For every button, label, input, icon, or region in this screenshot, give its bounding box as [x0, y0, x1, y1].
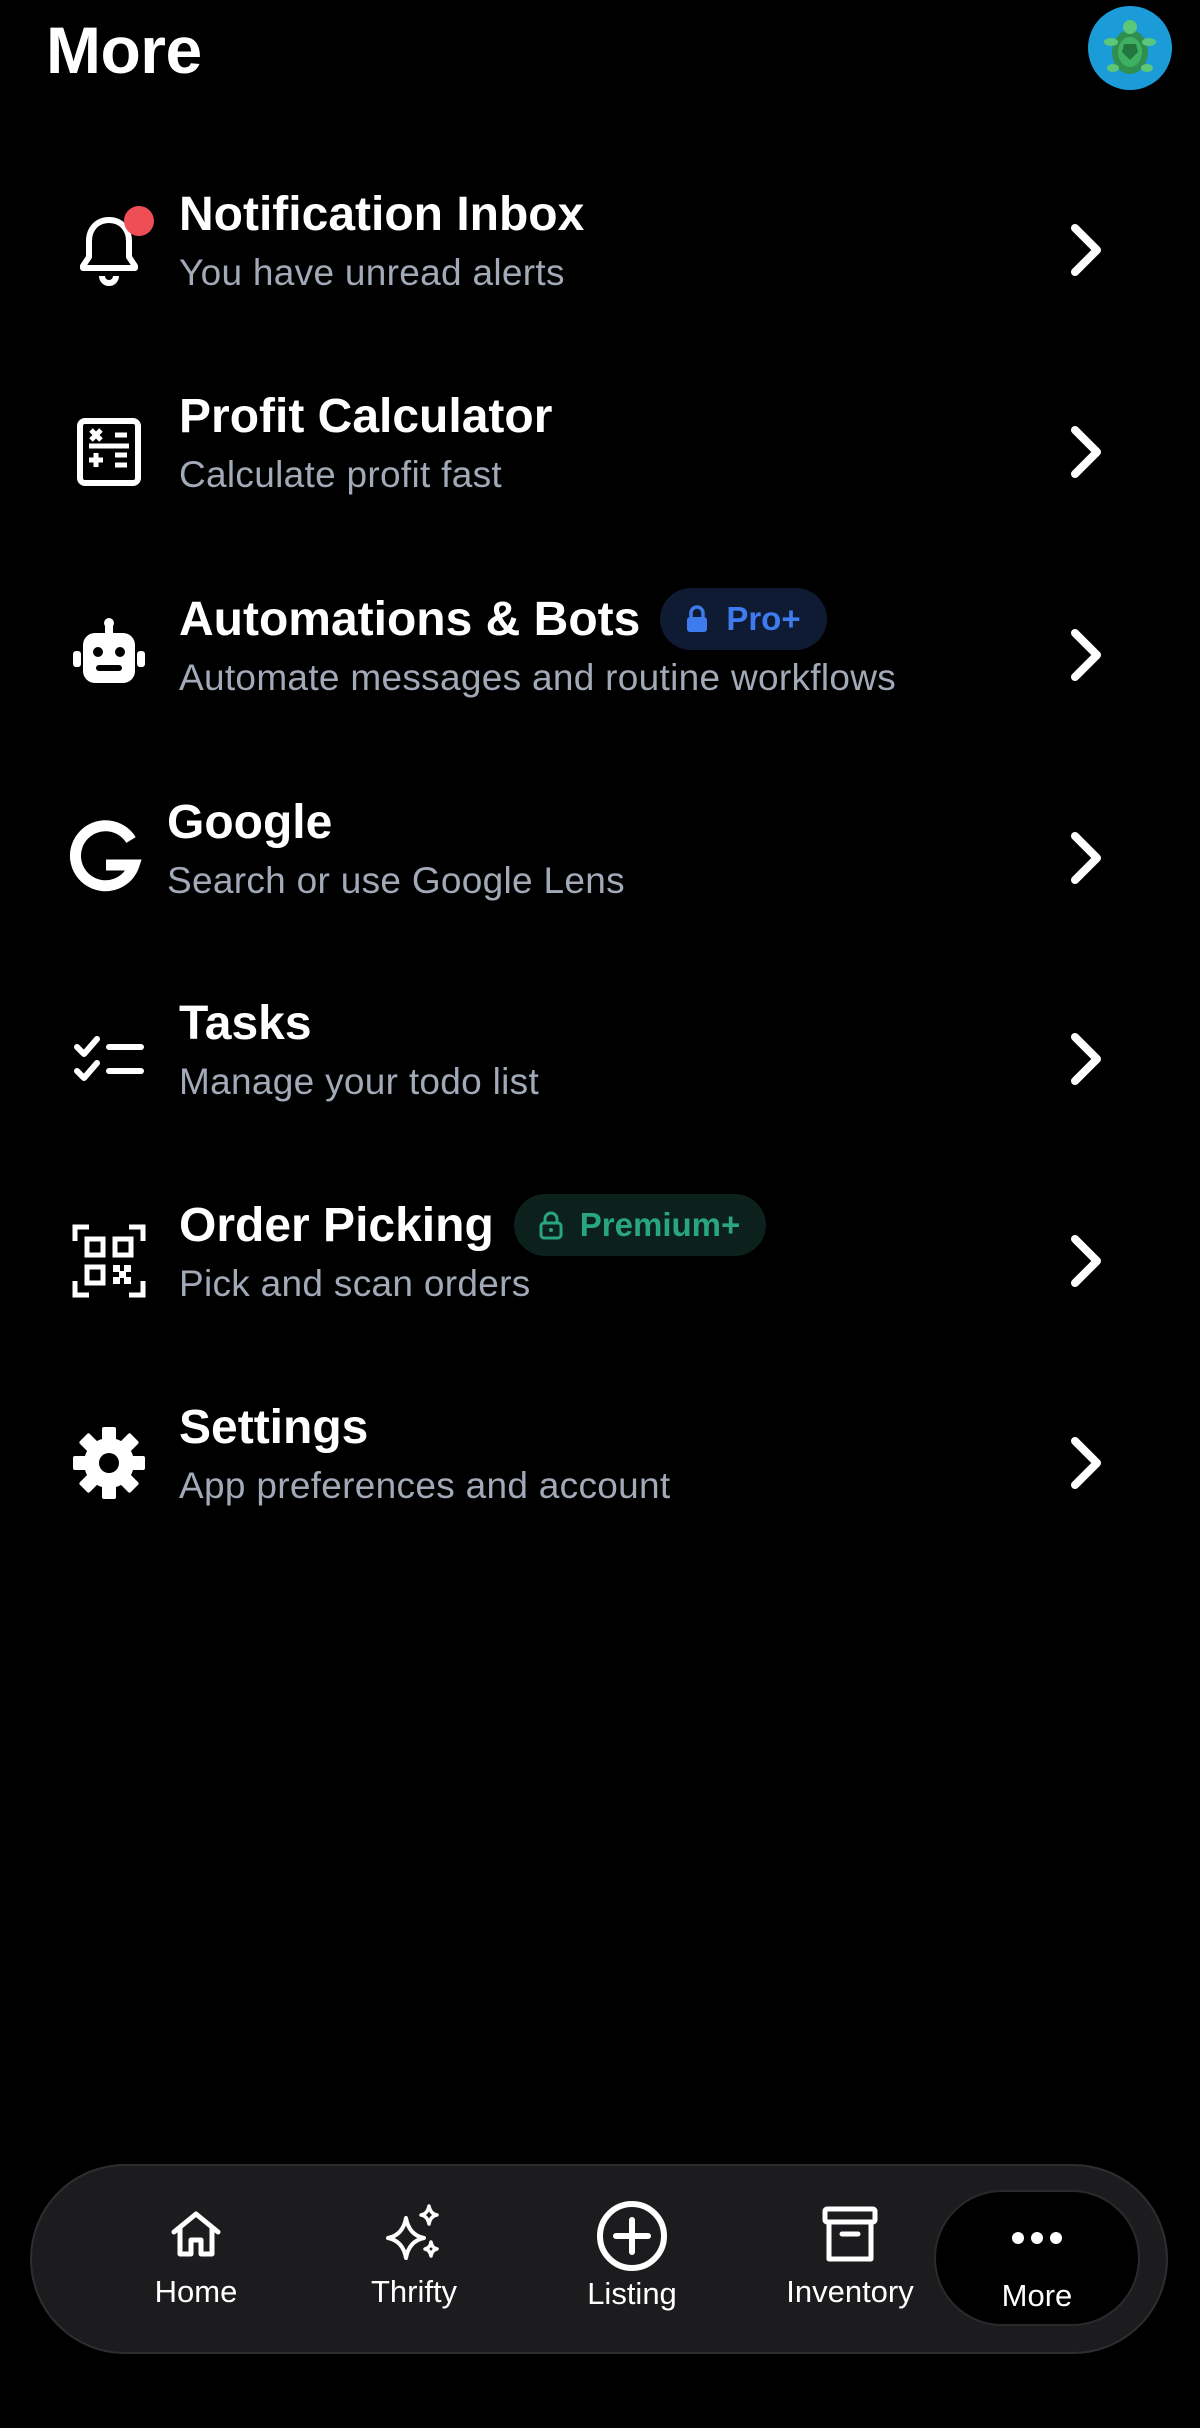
menu-item-automations[interactable]: Automations & Bots Pro+ Automate message…	[0, 565, 1200, 745]
nav-label: Inventory	[786, 2274, 914, 2309]
menu-item-subtitle: Calculate profit fast	[179, 454, 503, 495]
more-dots-icon	[1012, 2232, 1062, 2244]
chevron-right-icon	[1060, 220, 1110, 280]
lock-icon	[687, 605, 708, 632]
menu-item-title: Tasks	[179, 996, 312, 1050]
chevron-right-icon	[1060, 422, 1110, 482]
menu-item-subtitle: Automate messages and routine workflows	[179, 657, 897, 698]
turtle-avatar-icon	[1104, 20, 1156, 74]
menu-item-profit-calculator[interactable]: Profit Calculator Calculate profit fast	[0, 362, 1200, 542]
bottom-nav: Home Thrifty Listing Inventory More	[30, 2164, 1168, 2354]
avatar[interactable]	[1088, 6, 1172, 90]
chevron-right-icon	[1060, 1433, 1110, 1493]
nav-label: Thrifty	[370, 2274, 458, 2309]
badge-label: Premium+	[579, 1206, 741, 1243]
menu-item-title: Google	[167, 795, 333, 849]
menu-item-subtitle: App preferences and account	[179, 1465, 671, 1506]
lock-open-icon	[539, 1211, 563, 1240]
nav-thrifty[interactable]: Thrifty	[314, 2188, 514, 2330]
google-g-icon	[60, 813, 150, 903]
pro-plus-badge: Pro+	[660, 588, 827, 650]
premium-plus-badge: Premium+	[513, 1194, 767, 1256]
menu-item-title: Automations & Bots	[179, 592, 641, 646]
menu-item-notification-inbox[interactable]: Notification Inbox You have unread alert…	[0, 160, 1200, 340]
sparkles-icon	[386, 2204, 439, 2260]
menu-item-subtitle: You have unread alerts	[179, 252, 565, 293]
checklist-icon	[64, 1014, 154, 1104]
nav-listing[interactable]: Listing	[532, 2188, 732, 2330]
chevron-right-icon	[1060, 1231, 1110, 1291]
chevron-right-icon	[1060, 828, 1110, 888]
archive-box-icon	[822, 2206, 878, 2262]
badge-label: Pro+	[726, 600, 801, 637]
home-icon	[171, 2211, 221, 2257]
unread-dot	[124, 206, 154, 236]
nav-label: Home	[154, 2274, 238, 2309]
calculator-icon	[64, 407, 154, 497]
nav-home[interactable]: Home	[96, 2188, 296, 2330]
menu-item-subtitle: Search or use Google Lens	[167, 860, 625, 901]
chevron-right-icon	[1060, 625, 1110, 685]
menu-item-title: Order Picking	[179, 1198, 494, 1252]
menu-item-google[interactable]: Google Search or use Google Lens	[0, 768, 1200, 948]
menu-item-title: Profit Calculator	[179, 389, 553, 443]
page-title: More	[46, 13, 202, 87]
qr-scan-icon	[64, 1216, 154, 1306]
menu-item-order-picking[interactable]: Order Picking Premium+ Pick and scan ord…	[0, 1171, 1200, 1351]
chevron-right-icon	[1060, 1029, 1110, 1089]
menu-item-tasks[interactable]: Tasks Manage your todo list	[0, 969, 1200, 1149]
plus-circle-icon	[597, 2201, 667, 2271]
nav-label: Listing	[587, 2276, 677, 2311]
nav-label: More	[1001, 2278, 1073, 2313]
nav-inventory[interactable]: Inventory	[750, 2188, 950, 2330]
menu-item-subtitle: Manage your todo list	[179, 1061, 540, 1102]
nav-more[interactable]: More	[934, 2190, 1140, 2326]
robot-icon	[64, 610, 154, 700]
menu-item-title: Notification Inbox	[179, 187, 585, 241]
gear-icon	[64, 1418, 154, 1508]
menu-item-subtitle: Pick and scan orders	[179, 1263, 531, 1304]
menu-item-settings[interactable]: Settings App preferences and account	[0, 1373, 1200, 1553]
menu-item-title: Settings	[179, 1400, 369, 1454]
